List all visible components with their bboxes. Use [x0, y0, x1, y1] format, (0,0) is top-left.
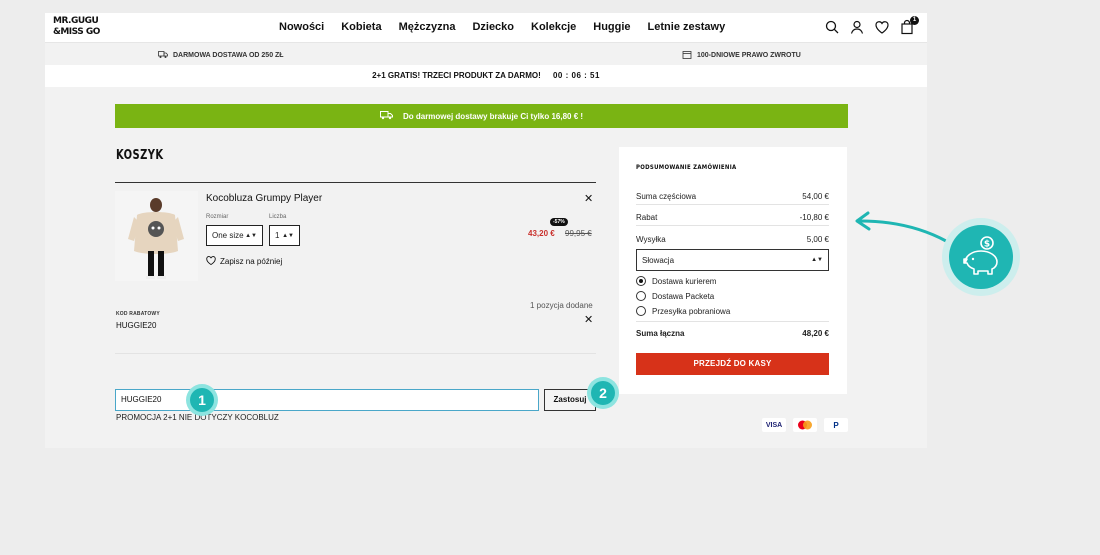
cart-count-badge: 1	[910, 16, 919, 25]
step-1-marker: 1	[186, 384, 218, 416]
country-select-value: Słowacja	[642, 255, 675, 265]
product-name[interactable]: Kocobluza Grumpy Player	[206, 193, 322, 204]
delivery-option-packeta[interactable]: Dostawa Packeta	[636, 291, 714, 301]
nav-link-huggie[interactable]: Huggie	[593, 21, 630, 33]
shipping-row: Wysyłka 5,00 €	[636, 231, 829, 247]
top-navbar: MR.GUGU &MISS GO Nowości Kobieta Mężczyz…	[45, 13, 927, 43]
remove-code-close-icon[interactable]: ✕	[584, 315, 593, 326]
truck-icon	[158, 50, 168, 61]
subtotal-value: 54,00 €	[802, 192, 829, 201]
search-icon[interactable]	[824, 19, 840, 35]
promo-text: 2+1 GRATIS! TRZECI PRODUKT ZA DARMO!	[372, 71, 541, 80]
positions-added-text: 1 pozycja dodane	[530, 301, 593, 310]
summary-divider	[636, 321, 829, 322]
discount-code-input[interactable]: HUGGIE20	[115, 389, 539, 411]
nav-link-mezczyzna[interactable]: Mężczyzna	[399, 21, 456, 33]
truck-icon	[379, 110, 393, 122]
shipping-label: Wysyłka	[636, 234, 666, 244]
step-2-number: 2	[591, 381, 615, 405]
returns-text: 100-DNIOWE PRAWO ZWROTU	[697, 52, 801, 59]
size-label: Rozmiar	[206, 214, 229, 220]
nav-link-dziecko[interactable]: Dziecko	[472, 21, 514, 33]
delivery-option-label: Przesyłka pobraniowa	[652, 306, 731, 316]
calendar-icon	[682, 50, 692, 61]
select-arrows-icon: ▲▼	[811, 257, 823, 263]
visa-icon: VISA	[762, 418, 786, 432]
radio-icon	[636, 306, 646, 316]
original-price: 99,95 €	[565, 229, 592, 238]
piggy-bank-badge: $	[942, 218, 1020, 296]
free-delivery-info: DARMOWA DOSTAWA OD 250 ZŁ	[158, 50, 284, 61]
quantity-select[interactable]: 1 ▲▼	[269, 225, 300, 246]
shipping-value: 5,00 €	[806, 234, 829, 244]
step-2-marker: 2	[587, 377, 619, 409]
brand-logo[interactable]: MR.GUGU &MISS GO	[53, 16, 107, 40]
save-for-later-text: Zapisz na później	[220, 257, 283, 266]
cart-bag-icon[interactable]: 1	[899, 16, 919, 35]
order-summary-title: PODSUMOWANIE ZAMÓWIENIA	[636, 164, 737, 171]
select-arrows-icon: ▲▼	[245, 232, 257, 239]
nav-link-nowosci[interactable]: Nowości	[279, 21, 324, 33]
pointer-arrow-icon	[855, 211, 948, 243]
delivery-option-courier[interactable]: Dostawa kurierem	[636, 276, 716, 286]
cart-title: KOSZYK	[116, 148, 164, 163]
free-shipping-banner: Do darmowej dostawy brakuje Ci tylko 16,…	[115, 104, 848, 128]
save-for-later-link[interactable]: Zapisz na później	[206, 256, 282, 267]
cart-divider	[115, 182, 596, 183]
radio-icon	[636, 291, 646, 301]
svg-text:$: $	[984, 240, 990, 250]
subtotal-row: Suma częściowa 54,00 €	[636, 189, 829, 205]
select-arrows-icon: ▲▼	[282, 232, 294, 239]
total-label: Suma łączna	[636, 328, 685, 338]
header-icons: 1	[824, 16, 919, 35]
free-shipping-text: Do darmowej dostawy brakuje Ci tylko 16,…	[402, 111, 584, 121]
wishlist-heart-icon[interactable]	[874, 19, 890, 35]
mastercard-icon	[793, 418, 817, 432]
promo-bar: 2+1 GRATIS! TRZECI PRODUKT ZA DARMO! 00 …	[45, 65, 927, 87]
info-bar: DARMOWA DOSTAWA OD 250 ZŁ 100-DNIOWE PRA…	[45, 44, 927, 64]
discount-value: -10,80 €	[799, 213, 829, 222]
size-select[interactable]: One size ▲▼	[206, 225, 263, 246]
quantity-label: Liczba	[269, 214, 287, 220]
nav-link-kobieta[interactable]: Kobieta	[341, 21, 381, 33]
discount-badge: -57%	[550, 218, 568, 226]
returns-info: 100-DNIOWE PRAWO ZWROTU	[682, 50, 801, 61]
free-delivery-text: DARMOWA DOSTAWA OD 250 ZŁ	[173, 52, 284, 59]
discount-label: Rabat	[636, 213, 658, 222]
logo-line-2: &MISS GO	[53, 27, 100, 37]
size-select-value: One size	[212, 231, 244, 240]
discount-row: Rabat -10,80 €	[636, 210, 829, 226]
page-shell: MR.GUGU &MISS GO Nowości Kobieta Mężczyz…	[45, 13, 927, 448]
total-value: 48,20 €	[802, 328, 829, 338]
delivery-option-cod[interactable]: Przesyłka pobraniowa	[636, 306, 730, 316]
paypal-icon: P	[824, 418, 848, 432]
promo-timer: 00 : 06 : 51	[552, 71, 600, 80]
quantity-select-value: 1	[275, 231, 280, 240]
main-nav: Nowości Kobieta Mężczyzna Dziecko Kolekc…	[279, 21, 725, 33]
remove-item-close-icon[interactable]: ✕	[584, 194, 593, 205]
heart-icon	[206, 256, 216, 267]
subtotal-label: Suma częściowa	[636, 192, 697, 201]
order-summary-panel: PODSUMOWANIE ZAMÓWIENIA Suma częściowa 5…	[619, 147, 847, 394]
delivery-option-label: Dostawa kurierem	[652, 276, 717, 286]
nav-link-letnie-zestawy[interactable]: Letnie zestawy	[648, 21, 726, 33]
payment-methods: VISA P	[762, 418, 848, 432]
applied-discount-code: HUGGIE20	[116, 321, 157, 330]
step-1-number: 1	[190, 388, 214, 412]
nav-link-kolekcje[interactable]: Kolekcje	[531, 21, 576, 33]
section-divider	[115, 353, 596, 354]
piggy-bank-icon: $	[949, 225, 1013, 289]
radio-selected-icon	[636, 276, 646, 286]
total-row: Suma łączna 48,20 €	[636, 325, 829, 341]
checkout-button[interactable]: PRZEJDŹ DO KASY	[636, 353, 829, 375]
delivery-option-label: Dostawa Packeta	[652, 291, 715, 301]
logo-line-1: MR.GUGU	[53, 16, 99, 26]
account-icon[interactable]	[849, 19, 865, 35]
product-image[interactable]	[115, 191, 198, 281]
discount-code-label: KOD RABATOWY	[116, 311, 160, 317]
country-select[interactable]: Słowacja ▲▼	[636, 249, 829, 271]
sale-price: 43,20 €	[528, 229, 555, 238]
